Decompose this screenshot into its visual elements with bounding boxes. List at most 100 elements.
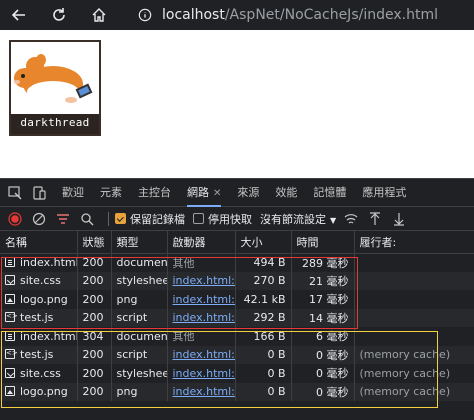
- cell-initiator-text: 其他: [172, 256, 195, 270]
- table-row[interactable]: logo.png 200 png index.html:8 42.1 kB 17 毫秒: [0, 290, 474, 309]
- network-toolbar: 保留記錄檔 停用快取 沒有節流設定 ▼: [0, 207, 474, 231]
- network-rows: index.html 200 document 其他 494 B 289 毫秒 site.c…: [0, 253, 474, 401]
- throttling-value: 沒有節流設定: [260, 212, 326, 226]
- cell-size: 0 B: [235, 382, 292, 401]
- back-icon[interactable]: [8, 4, 30, 26]
- search-icon[interactable]: [78, 210, 96, 228]
- cell-fulfilled-by: [354, 271, 474, 290]
- cell-type-text: document: [116, 256, 167, 269]
- tab-memory[interactable]: 記憶體: [313, 179, 346, 207]
- column-header-time[interactable]: 時間: [291, 231, 355, 254]
- initiator-link[interactable]: index.html:5: [173, 274, 235, 287]
- chevron-down-icon: ▼: [330, 215, 337, 225]
- cell-status: 200: [77, 308, 112, 327]
- network-conditions-icon[interactable]: [342, 210, 360, 228]
- column-header-name[interactable]: 名稱: [0, 231, 78, 254]
- cell-status-text: 304: [82, 329, 104, 343]
- cell-status: 200: [77, 253, 112, 272]
- cell-fulfilled-by-text: (memory cache): [359, 366, 451, 380]
- cell-time: 0 毫秒: [291, 364, 355, 383]
- tab-sources[interactable]: 來源: [237, 179, 259, 207]
- cell-initiator: index.html:4: [167, 345, 236, 364]
- cell-type-text: document: [116, 329, 167, 343]
- record-icon[interactable]: [6, 210, 24, 228]
- url-host: localhost: [162, 7, 225, 23]
- tab-performance[interactable]: 效能: [275, 179, 297, 207]
- inspect-icon[interactable]: [6, 184, 24, 202]
- throttling-select[interactable]: 沒有節流設定 ▼: [260, 211, 336, 227]
- request-name: logo.png: [20, 385, 68, 399]
- cell-name[interactable]: site.css: [0, 271, 78, 290]
- device-toolbar-icon[interactable]: [30, 184, 48, 202]
- cell-fulfilled-by-text: (memory cache): [359, 385, 451, 399]
- table-row[interactable]: site.css 200 stylesheet index.html:5 270 B 21…: [0, 271, 474, 290]
- cell-size-text: 0 B: [267, 385, 286, 399]
- column-header-status[interactable]: 狀態: [77, 231, 112, 254]
- column-header-type[interactable]: 類型: [111, 231, 168, 254]
- table-row[interactable]: index.html 200 document 其他 494 B 289 毫秒: [0, 253, 474, 272]
- cell-name[interactable]: test.js: [0, 345, 78, 364]
- table-header-row: 名稱 狀態 類型 啟動器 大小 時間 履行者:: [0, 231, 474, 254]
- table-row[interactable]: index.html 304 document 其他 166 B 6 毫秒: [0, 327, 474, 346]
- cell-initiator: index.html:8: [167, 382, 236, 401]
- cell-status-text: 200: [82, 256, 104, 269]
- import-icon[interactable]: [366, 210, 384, 228]
- cell-type: document: [111, 327, 168, 346]
- address-bar[interactable]: localhost/AspNet/NoCacheJs/index.html: [138, 4, 438, 26]
- disable-cache-label[interactable]: 停用快取: [208, 211, 252, 227]
- column-header-size[interactable]: 大小: [235, 231, 292, 254]
- home-icon[interactable]: [88, 4, 110, 26]
- initiator-link[interactable]: index.html:8: [173, 293, 235, 306]
- close-icon[interactable]: ✕: [213, 188, 221, 199]
- cell-name[interactable]: index.html: [0, 327, 78, 346]
- cell-name[interactable]: test.js: [0, 308, 78, 327]
- initiator-link[interactable]: index.html:4: [173, 311, 235, 324]
- cell-size: 292 B: [235, 308, 292, 327]
- cell-size-text: 292 B: [253, 311, 286, 325]
- table-row[interactable]: test.js 200 script index.html:4 292 B 14 毫秒: [0, 308, 474, 327]
- preserve-log-checkbox[interactable]: [115, 213, 126, 224]
- table-row[interactable]: site.css 200 stylesheet index.html:5 0 B 0 毫秒…: [0, 364, 474, 383]
- network-request-table: 名稱 狀態 類型 啟動器 大小 時間 履行者: index.html 200 doc…: [0, 231, 474, 401]
- tab-elements[interactable]: 元素: [100, 179, 122, 207]
- cell-name[interactable]: logo.png: [0, 290, 78, 309]
- logo-text: darkthread: [20, 116, 90, 129]
- table-row[interactable]: logo.png 200 png index.html:8 0 B 0 毫秒 (memory…: [0, 382, 474, 401]
- cell-type: script: [111, 345, 168, 364]
- tab-application[interactable]: 應用程式: [362, 179, 406, 207]
- initiator-link[interactable]: index.html:4: [173, 348, 235, 361]
- table-row[interactable]: test.js 200 script index.html:4 0 B 0 毫秒 (memo…: [0, 345, 474, 364]
- cell-time-text: 0 毫秒: [316, 348, 349, 362]
- column-header-initiator[interactable]: 啟動器: [167, 231, 236, 254]
- cell-time: 6 毫秒: [291, 327, 355, 346]
- initiator-link[interactable]: index.html:5: [173, 367, 235, 380]
- cell-time-text: 17 毫秒: [309, 293, 349, 307]
- cell-status: 304: [77, 327, 112, 346]
- tab-network[interactable]: 網路 ✕: [187, 179, 222, 207]
- export-icon[interactable]: [390, 210, 408, 228]
- cell-name[interactable]: site.css: [0, 364, 78, 383]
- column-header-fulfilled-by[interactable]: 履行者:: [354, 231, 474, 254]
- clear-icon[interactable]: [30, 210, 48, 228]
- cell-size-text: 166 B: [253, 329, 286, 343]
- tab-welcome[interactable]: 歡迎: [62, 179, 84, 207]
- cell-name[interactable]: logo.png: [0, 382, 78, 401]
- cell-initiator: 其他: [167, 327, 236, 346]
- cell-size-text: 494 B: [253, 256, 286, 269]
- info-icon[interactable]: [138, 8, 152, 22]
- stylesheet-icon: [5, 275, 15, 286]
- cell-size: 0 B: [235, 364, 292, 383]
- disable-cache-checkbox[interactable]: [193, 213, 204, 224]
- logo-image: darkthread: [9, 40, 101, 136]
- cell-status: 200: [77, 382, 112, 401]
- filter-icon[interactable]: [54, 210, 72, 228]
- preserve-log-label[interactable]: 保留記錄檔: [130, 211, 185, 227]
- cell-name[interactable]: index.html: [0, 253, 78, 272]
- tab-console[interactable]: 主控台: [138, 179, 171, 207]
- divider: [108, 211, 109, 226]
- cell-status-text: 200: [82, 366, 104, 380]
- refresh-icon[interactable]: [48, 4, 70, 26]
- cell-fulfilled-by: (memory cache): [354, 345, 474, 364]
- initiator-link[interactable]: index.html:8: [173, 385, 235, 398]
- cell-status-text: 200: [82, 348, 104, 362]
